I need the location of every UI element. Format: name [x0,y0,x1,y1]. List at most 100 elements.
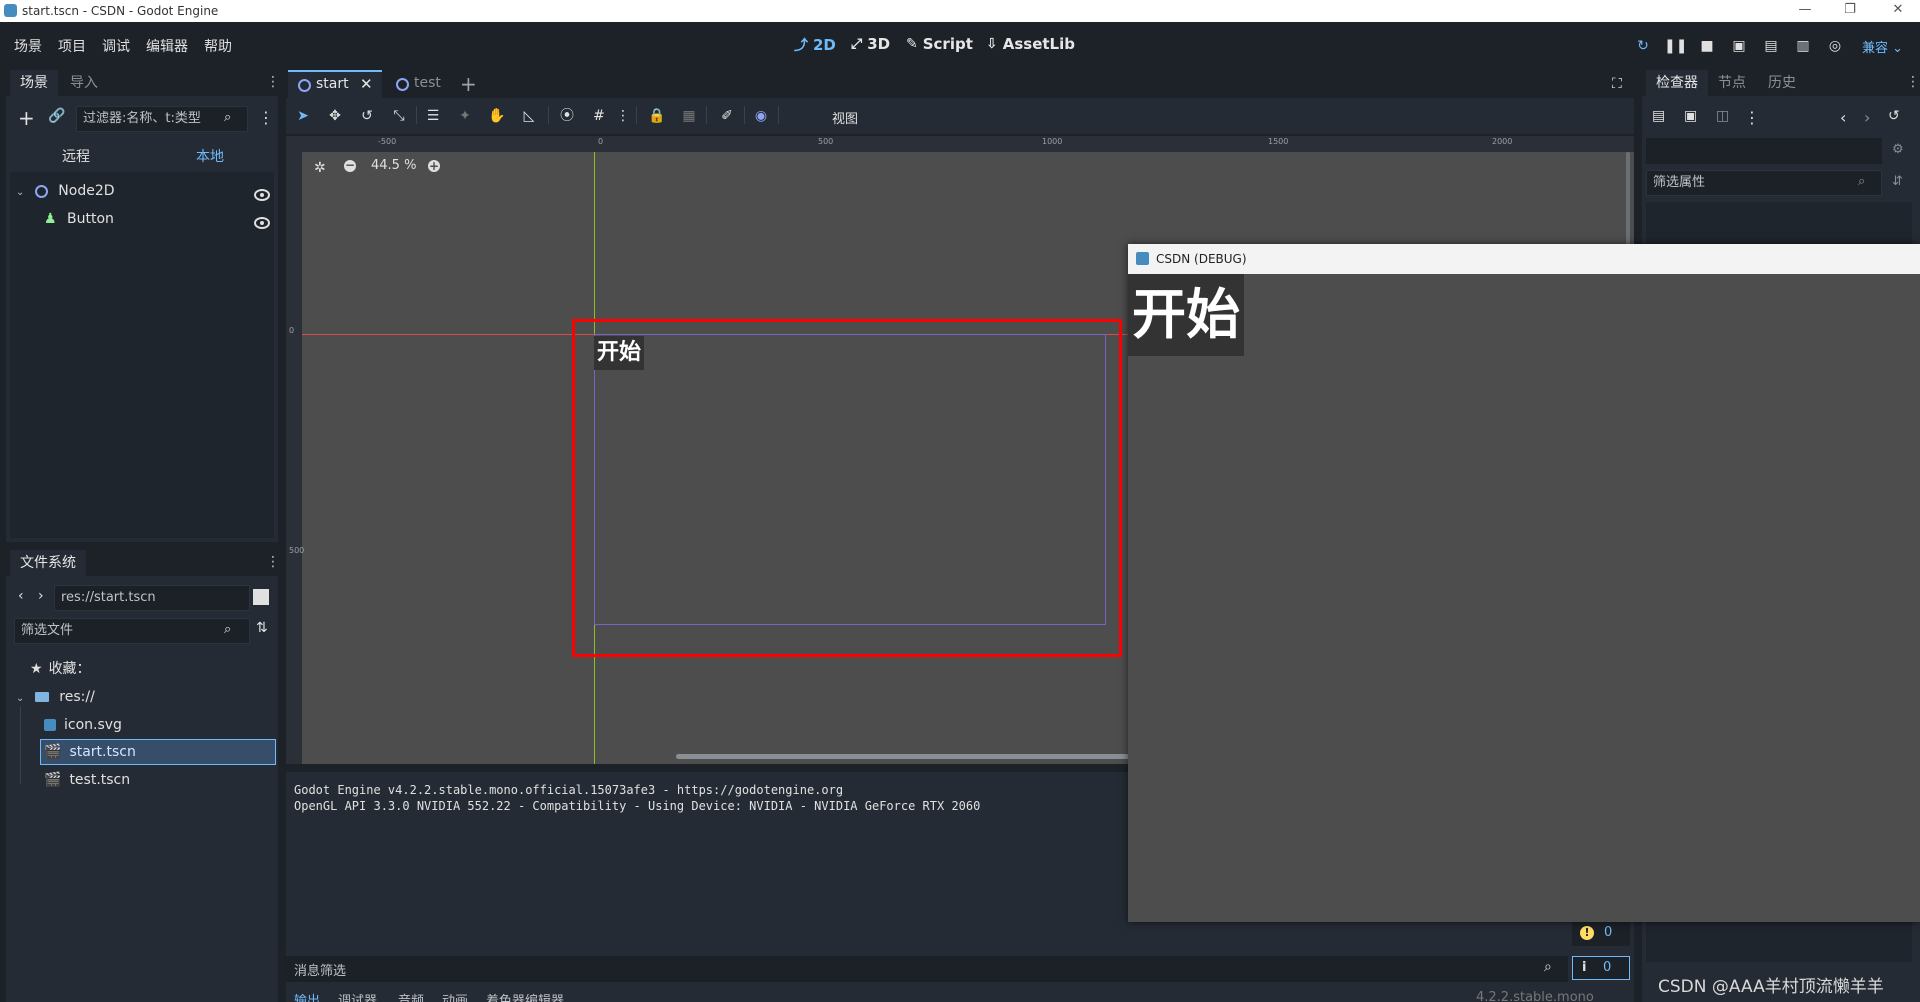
visibility-eye-icon[interactable] [254,189,270,201]
open-folder-icon[interactable]: ▣ [1684,108,1697,124]
ruler-tool-icon[interactable]: ◺ [518,106,540,126]
zoom-in-icon[interactable]: + [428,160,440,172]
history-forward-icon[interactable]: › [1864,108,1870,127]
play-custom-scene-icon[interactable]: ▥ [1792,36,1814,56]
tab-node[interactable]: 节点 [1708,70,1756,96]
favorites-item[interactable]: ★ 收藏： [30,658,91,680]
tab-test[interactable]: test [396,70,466,98]
history-back-icon[interactable]: ‹ [1840,108,1846,127]
file-item-start-tscn[interactable]: 🎬 start.tscn [44,741,136,763]
sort-icon[interactable]: ⇅ [256,620,268,636]
rotate-tool-icon[interactable]: ↺ [356,106,378,126]
minimize-button[interactable]: — [1785,0,1825,22]
filesystem-menu-icon[interactable]: ⋮ [266,554,280,570]
zoom-out-icon[interactable]: − [344,159,356,172]
pivot-tool-icon[interactable]: ✦ [454,106,476,126]
tab-animation[interactable]: 动画 [442,990,468,1002]
movie-maker-icon[interactable]: ◎ [1824,36,1846,56]
scene-tree-menu-icon[interactable]: ⋮ [258,108,274,127]
history-icon[interactable]: ↺ [1888,108,1900,124]
debug-window-titlebar[interactable]: CSDN (DEBUG) [1128,244,1920,274]
warning-filter-button[interactable]: ! 0 [1572,922,1630,946]
renderer-select[interactable]: 兼容 ⌄ [1862,37,1903,56]
restore-button[interactable]: ❐ [1830,0,1870,22]
info-filter-button[interactable]: i 0 [1572,956,1630,980]
tab-import[interactable]: 导入 [60,70,108,96]
visibility-eye-icon[interactable] [254,217,270,229]
path-input[interactable]: res://start.tscn [54,585,250,611]
save-icon[interactable]: ◫ [1716,108,1729,124]
menu-help[interactable]: 帮助 [204,36,232,56]
group-icon[interactable]: ▦ [678,106,700,126]
menu-editor[interactable]: 编辑器 [146,36,188,56]
tab-debugger[interactable]: 调试器 [338,990,377,1002]
node2d-icon [34,184,48,198]
inspector-options-icon[interactable]: ⋮ [1744,108,1760,127]
workspace-3d-button[interactable]: ⤢ 3D [851,35,890,53]
scene-dock-menu-icon[interactable]: ⋮ [266,74,280,90]
tab-scene[interactable]: 场景 [10,70,58,96]
file-item-test-tscn[interactable]: 🎬 test.tscn [44,769,130,791]
back-icon[interactable]: ‹ [18,588,24,604]
selectable-list-icon[interactable]: ☰ [422,106,444,126]
game-start-button[interactable]: 开始 [1128,274,1244,356]
file-filter-input[interactable]: 筛选文件 [14,618,250,644]
split-view-icon[interactable] [253,589,269,605]
file-item-icon-svg[interactable]: icon.svg [44,714,122,736]
debug-game-window[interactable]: CSDN (DEBUG) 开始 [1128,244,1920,922]
tab-history[interactable]: 历史 [1758,70,1806,96]
close-tab-icon[interactable]: ✕ [360,75,373,93]
pan-tool-icon[interactable]: ✋ [486,106,508,126]
add-tab-icon[interactable]: + [460,72,477,96]
close-window-button[interactable]: ✕ [1878,0,1918,22]
tab-audio[interactable]: 音频 [398,990,424,1002]
property-filter-input[interactable]: 筛选属性 [1646,170,1882,196]
property-options-icon[interactable]: ⇵ [1892,174,1903,189]
smart-snap-icon[interactable]: ⦿ [556,106,578,126]
workspace-script-button[interactable]: ✎ Script [906,35,973,53]
reload-icon[interactable]: ↻ [1632,36,1654,56]
scale-tool-icon[interactable]: ⤡ [388,106,410,126]
distraction-free-icon[interactable]: ⛶ [1612,76,1622,92]
tab-output[interactable]: 输出 [294,990,320,1002]
horizontal-scrollbar[interactable] [676,754,1196,759]
camera-override-icon[interactable]: ◉ [750,106,772,126]
tab-inspector[interactable]: 检查器 [1646,70,1708,96]
tree-item-node2d[interactable]: ⌄ Node2D [16,180,115,202]
pause-icon[interactable]: ❚❚ [1664,36,1687,56]
workspace-assetlib-button[interactable]: ⇩ AssetLib [986,35,1075,53]
grid-snap-icon[interactable]: # [588,106,610,126]
zoom-level[interactable]: 44.5 % [371,158,416,173]
lock-icon[interactable]: 🔒 [646,106,668,126]
tab-shader-editor[interactable]: 着色器编辑器 [486,990,564,1002]
forward-icon[interactable]: › [38,588,44,604]
object-selector[interactable] [1646,138,1882,164]
remote-debug-icon[interactable]: ▣ [1728,36,1750,56]
select-tool-icon[interactable]: ➤ [292,106,314,126]
workspace-2d-button[interactable]: ⤴ 2D [794,35,836,55]
inspector-menu-icon[interactable]: ⋮ [1906,74,1920,90]
message-filter-input[interactable]: 消息筛选 ⌕ [286,956,1568,982]
menu-project[interactable]: 项目 [58,36,86,56]
object-props-icon[interactable]: ⚙ [1892,142,1904,157]
new-resource-icon[interactable]: ▤ [1652,108,1665,124]
snap-options-icon[interactable]: ⋮ [612,106,634,126]
remote-tab[interactable]: 远程 [62,146,90,166]
res-folder-item[interactable]: ⌄ res:// [16,686,95,708]
instance-scene-icon[interactable]: 🔗 [48,108,65,124]
bottom-panel-tabs: 输出 调试器 音频 动画 着色器编辑器 4.2.2.stable.mono [286,986,1634,1002]
tab-start[interactable]: start ✕ [288,70,382,98]
local-tab[interactable]: 本地 [196,146,224,166]
add-node-icon[interactable]: + [18,106,35,130]
move-tool-icon[interactable]: ✥ [324,106,346,126]
tree-item-button[interactable]: ♟ Button [44,208,114,230]
center-view-icon[interactable]: ✲ [314,160,326,176]
menu-scene[interactable]: 场景 [14,36,42,56]
scene-filter-input[interactable]: 过滤器:名称、t:类型 [76,106,248,132]
tab-filesystem[interactable]: 文件系统 [10,550,86,576]
play-scene-icon[interactable]: ▤ [1760,36,1782,56]
bone-icon[interactable]: ✐ [716,106,738,126]
menu-debug[interactable]: 调试 [102,36,130,56]
stop-icon[interactable]: ■ [1696,36,1718,56]
view-menu[interactable]: 视图 [832,108,858,127]
